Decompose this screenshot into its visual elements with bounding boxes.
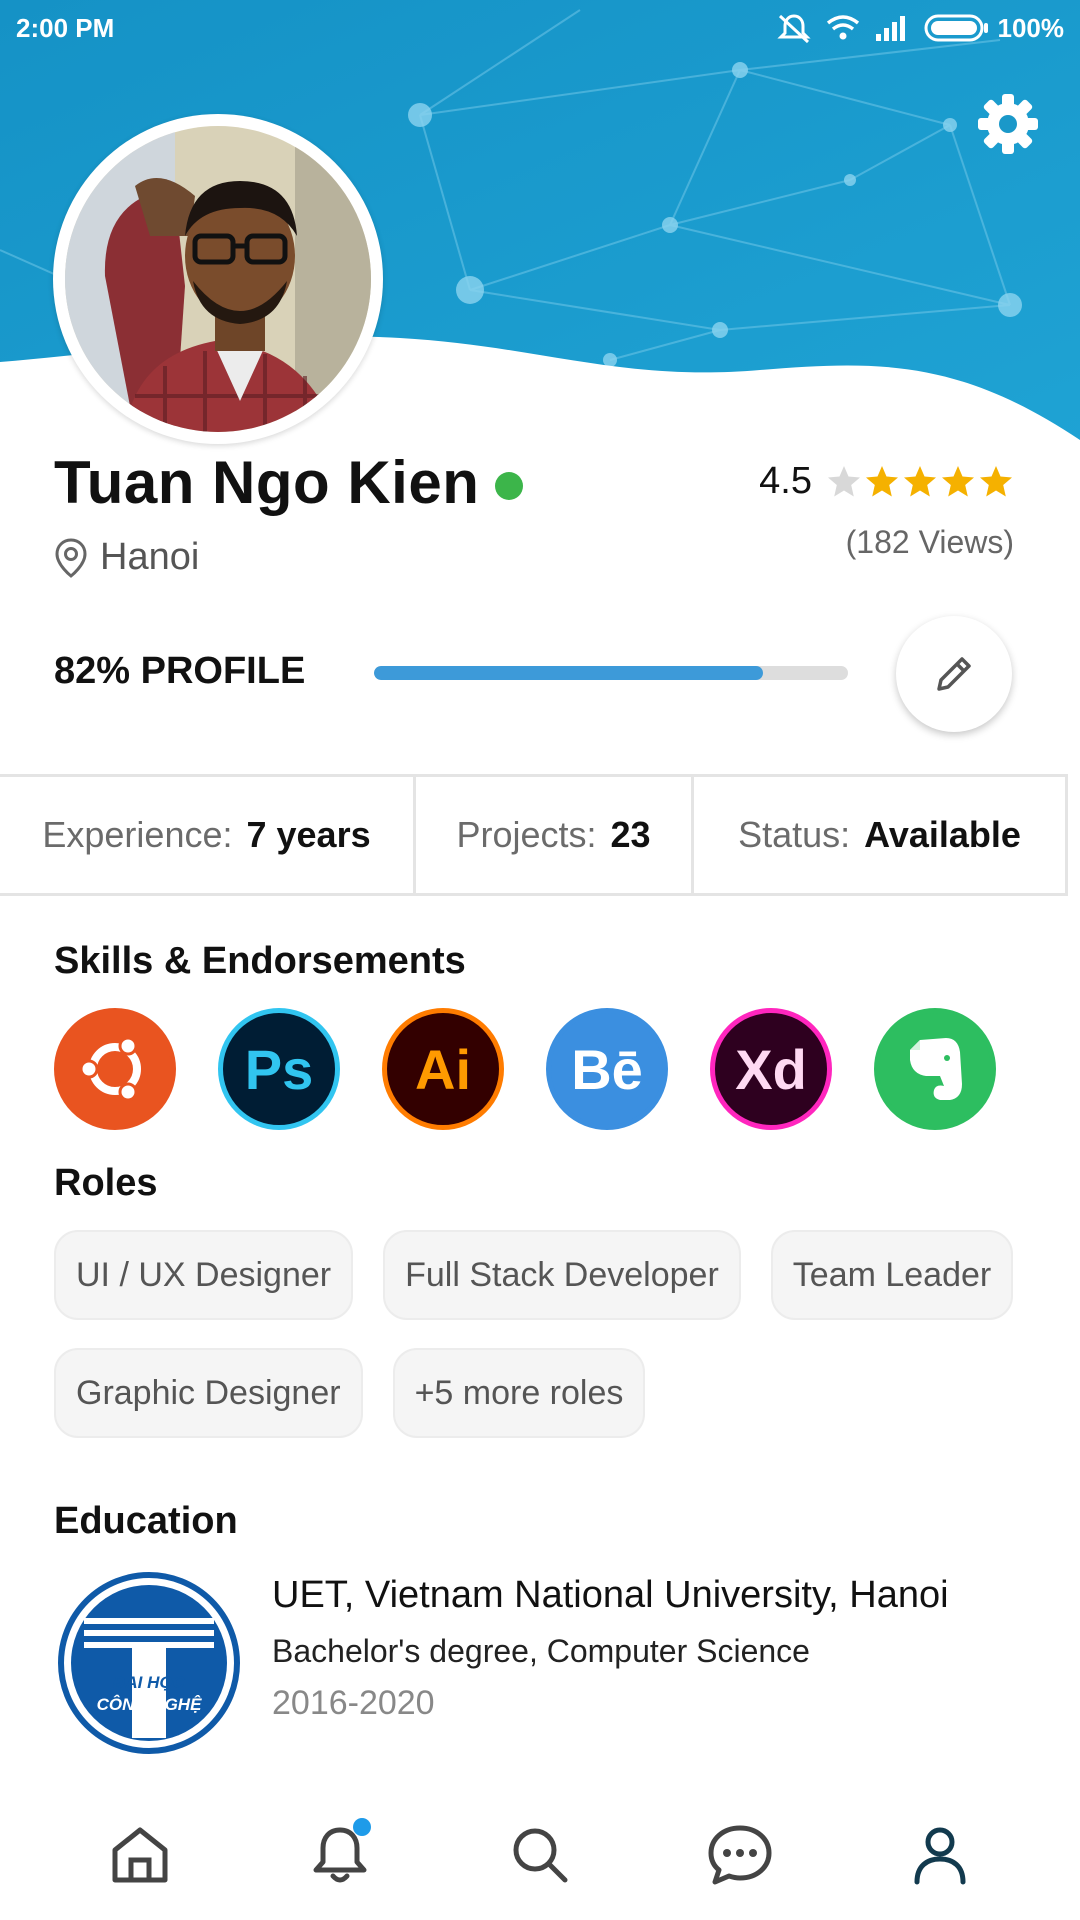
bottom-navigation — [0, 1790, 1080, 1920]
battery-icon — [924, 14, 988, 42]
roles-list: UI / UX Designer Full Stack Developer Te… — [54, 1230, 1034, 1438]
edit-profile-button[interactable] — [896, 616, 1012, 732]
stat-projects: Projects: 23 — [416, 777, 694, 893]
skill-label: Ps — [244, 1037, 314, 1101]
skills-list: Ps Ai Bē Xd — [54, 1008, 996, 1130]
avatar-photo — [65, 126, 371, 432]
star-empty-icon — [828, 465, 860, 496]
pencil-icon — [937, 657, 971, 691]
photoshop-icon[interactable]: Ps — [218, 1008, 340, 1130]
role-chip[interactable]: Graphic Designer — [54, 1348, 363, 1438]
status-time: 2:00 PM — [16, 12, 115, 43]
chat-icon — [708, 1825, 772, 1885]
name-row: Tuan Ngo Kien — [54, 448, 524, 517]
profile-rating: 4.5 — [759, 460, 1014, 503]
stat-experience: Experience: 7 years — [0, 777, 416, 893]
education-details: UET, Vietnam National University, Hanoi … — [272, 1574, 949, 1723]
profile-location: Hanoi — [54, 536, 199, 579]
education-years: 2016-2020 — [272, 1684, 435, 1722]
skill-label: Bē — [571, 1037, 643, 1101]
ubuntu-logo — [79, 1036, 141, 1102]
nav-home[interactable] — [85, 1800, 195, 1910]
more-roles-chip[interactable]: +5 more roles — [392, 1348, 646, 1438]
education-title: Education — [54, 1500, 238, 1542]
nav-search[interactable] — [485, 1800, 595, 1910]
university-logo: ĐẠI HỌC CÔNG NGHỆ — [54, 1568, 244, 1758]
illustrator-icon[interactable]: Ai — [382, 1008, 504, 1130]
location-text: Hanoi — [100, 536, 200, 578]
stat-value: Available — [864, 814, 1021, 855]
notification-dot — [353, 1818, 371, 1836]
profile-progress-bar — [374, 666, 848, 680]
mute-icon — [776, 14, 811, 44]
gear-icon — [978, 94, 1038, 154]
status-bar: 2:00 PM 100% — [0, 0, 1080, 56]
evernote-icon[interactable] — [874, 1008, 996, 1130]
status-icons: 100% — [776, 12, 1065, 44]
profile-stats: Experience: 7 years Projects: 23 Status:… — [0, 774, 1068, 896]
skills-title: Skills & Endorsements — [54, 940, 466, 982]
signal-icon — [875, 16, 905, 41]
stat-status: Status: Available — [694, 777, 1068, 893]
profile-header: 2:00 PM 100% — [0, 0, 1080, 460]
home-icon — [112, 1827, 168, 1883]
battery-percent: 100% — [997, 12, 1065, 43]
profile-completion-label: 82% PROFILE — [54, 650, 306, 692]
education-degree: Bachelor's degree, Computer Science — [272, 1633, 810, 1669]
role-chip[interactable]: Full Stack Developer — [383, 1230, 741, 1320]
skill-label: Ai — [415, 1037, 471, 1101]
location-pin-icon — [55, 537, 87, 578]
nav-messages[interactable] — [685, 1800, 795, 1910]
star-filled-icon — [980, 465, 1012, 496]
svg-text:ĐẠI HỌC: ĐẠI HỌC — [113, 1673, 186, 1692]
battery-indicator: 100% — [924, 12, 1065, 44]
education-school: UET, Vietnam National University, Hanoi — [272, 1574, 949, 1616]
profile-avatar[interactable] — [53, 114, 383, 444]
star-filled-icon — [942, 465, 974, 496]
uet-logo-icon: ĐẠI HỌC CÔNG NGHỆ — [57, 1571, 241, 1755]
nav-profile[interactable] — [885, 1800, 995, 1910]
profile-name: Tuan Ngo Kien — [54, 449, 480, 516]
stat-value: 7 years — [246, 814, 371, 855]
star-filled-icon — [904, 465, 936, 496]
nav-notifications[interactable] — [285, 1800, 395, 1910]
role-chip[interactable]: UI / UX Designer — [54, 1230, 354, 1320]
roles-title: Roles — [54, 1162, 158, 1204]
svg-text:CÔNG NGHỆ: CÔNG NGHỆ — [97, 1695, 203, 1714]
star-filled-icon — [866, 465, 898, 496]
stat-value: 23 — [610, 814, 651, 855]
ubuntu-icon[interactable] — [54, 1008, 176, 1130]
stat-label: Projects: — [456, 814, 597, 855]
search-icon — [513, 1828, 568, 1883]
rating-stars — [826, 464, 1014, 500]
stat-label: Status: — [738, 814, 851, 855]
stat-label: Experience: — [42, 814, 233, 855]
wifi-icon — [826, 15, 859, 40]
settings-button[interactable] — [972, 88, 1044, 160]
profile-icon — [914, 1827, 966, 1885]
behance-icon[interactable]: Bē — [546, 1008, 668, 1130]
online-status-dot — [495, 471, 524, 500]
profile-views: (182 Views) — [845, 524, 1014, 560]
role-chip[interactable]: Team Leader — [770, 1230, 1014, 1320]
evernote-logo — [910, 1038, 962, 1100]
skill-label: Xd — [735, 1037, 807, 1101]
xd-icon[interactable]: Xd — [710, 1008, 832, 1130]
rating-value: 4.5 — [759, 460, 812, 502]
profile-progress-fill — [374, 666, 763, 680]
